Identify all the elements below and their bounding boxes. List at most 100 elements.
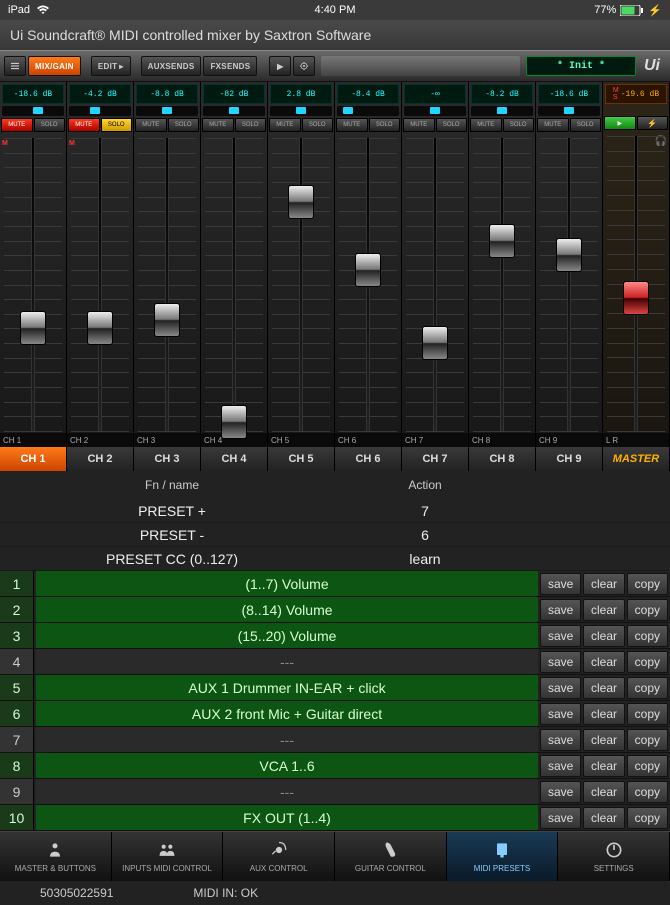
- bottom-tab-midi-presets[interactable]: MIDI PRESETS: [447, 832, 559, 881]
- bottom-tab-guitar-control[interactable]: GUITAR CONTROL: [335, 832, 447, 881]
- preset-desc[interactable]: ---: [36, 779, 538, 804]
- solo-button[interactable]: SOLO: [436, 118, 468, 132]
- copy-button[interactable]: copy: [627, 807, 668, 829]
- fader[interactable]: [469, 138, 535, 431]
- channel-tab-6[interactable]: CH 6: [335, 447, 402, 471]
- clear-button[interactable]: clear: [583, 781, 624, 803]
- channel-tab-3[interactable]: CH 3: [134, 447, 201, 471]
- gear-icon[interactable]: [293, 56, 315, 76]
- preset-control-row[interactable]: PRESET +7: [0, 499, 670, 523]
- preset-number[interactable]: 9: [0, 779, 34, 804]
- master-aux-button[interactable]: ⚡: [637, 116, 669, 130]
- save-button[interactable]: save: [540, 755, 581, 777]
- master-tab[interactable]: MASTER: [603, 447, 670, 471]
- save-button[interactable]: save: [540, 703, 581, 725]
- clear-button[interactable]: clear: [583, 703, 624, 725]
- mute-button[interactable]: MUTE: [68, 118, 100, 132]
- channel-tab-1[interactable]: CH 1: [0, 447, 67, 471]
- mute-button[interactable]: MUTE: [1, 118, 33, 132]
- preset-desc[interactable]: ---: [36, 649, 538, 674]
- preset-number[interactable]: 2: [0, 597, 34, 622]
- fader[interactable]: [335, 138, 401, 431]
- clear-button[interactable]: clear: [583, 625, 624, 647]
- copy-button[interactable]: copy: [627, 625, 668, 647]
- mute-button[interactable]: MUTE: [403, 118, 435, 132]
- fxsends-button[interactable]: FXSENDS: [203, 56, 257, 76]
- fader[interactable]: [402, 138, 468, 431]
- bottom-tab-inputs-midi-control[interactable]: INPUTS MIDI CONTROL: [112, 832, 224, 881]
- preset-number[interactable]: 10: [0, 805, 34, 830]
- clear-button[interactable]: clear: [583, 729, 624, 751]
- mute-button[interactable]: MUTE: [537, 118, 569, 132]
- preset-number[interactable]: 8: [0, 753, 34, 778]
- master-play-button[interactable]: ▶: [604, 116, 636, 130]
- mute-button[interactable]: MUTE: [336, 118, 368, 132]
- auxsends-button[interactable]: AUXSENDS: [141, 56, 202, 76]
- pan-control[interactable]: [136, 106, 198, 116]
- fader[interactable]: M: [67, 138, 133, 431]
- preset-display[interactable]: * Init *: [526, 56, 636, 76]
- play-button[interactable]: ▶: [269, 56, 291, 76]
- save-button[interactable]: save: [540, 729, 581, 751]
- preset-control-row[interactable]: PRESET -6: [0, 523, 670, 547]
- copy-button[interactable]: copy: [627, 573, 668, 595]
- clear-button[interactable]: clear: [583, 599, 624, 621]
- pan-control[interactable]: [337, 106, 399, 116]
- preset-number[interactable]: 7: [0, 727, 34, 752]
- preset-number[interactable]: 5: [0, 675, 34, 700]
- solo-button[interactable]: SOLO: [503, 118, 535, 132]
- mute-button[interactable]: MUTE: [202, 118, 234, 132]
- copy-button[interactable]: copy: [627, 599, 668, 621]
- solo-button[interactable]: SOLO: [235, 118, 267, 132]
- channel-tab-8[interactable]: CH 8: [469, 447, 536, 471]
- copy-button[interactable]: copy: [627, 729, 668, 751]
- solo-button[interactable]: SOLO: [570, 118, 602, 132]
- preset-control-row[interactable]: PRESET CC (0..127)learn: [0, 547, 670, 571]
- preset-desc[interactable]: AUX 2 front Mic + Guitar direct: [36, 701, 538, 726]
- fader[interactable]: [536, 138, 602, 431]
- channel-tab-7[interactable]: CH 7: [402, 447, 469, 471]
- preset-number[interactable]: 6: [0, 701, 34, 726]
- master-fader[interactable]: 🎧: [603, 136, 669, 431]
- clear-button[interactable]: clear: [583, 651, 624, 673]
- clear-button[interactable]: clear: [583, 573, 624, 595]
- mute-button[interactable]: MUTE: [135, 118, 167, 132]
- preset-desc[interactable]: (8..14) Volume: [36, 597, 538, 622]
- copy-button[interactable]: copy: [627, 703, 668, 725]
- clear-button[interactable]: clear: [583, 807, 624, 829]
- channel-tab-2[interactable]: CH 2: [67, 447, 134, 471]
- clear-button[interactable]: clear: [583, 677, 624, 699]
- pan-control[interactable]: [404, 106, 466, 116]
- fader[interactable]: M: [0, 138, 66, 431]
- save-button[interactable]: save: [540, 651, 581, 673]
- channel-tab-9[interactable]: CH 9: [536, 447, 603, 471]
- channel-tab-5[interactable]: CH 5: [268, 447, 335, 471]
- pan-control[interactable]: [203, 106, 265, 116]
- copy-button[interactable]: copy: [627, 651, 668, 673]
- solo-button[interactable]: SOLO: [34, 118, 66, 132]
- preset-desc[interactable]: (1..7) Volume: [36, 571, 538, 596]
- fader[interactable]: [268, 138, 334, 431]
- hamburger-icon[interactable]: [4, 56, 26, 76]
- save-button[interactable]: save: [540, 677, 581, 699]
- fader[interactable]: [134, 138, 200, 431]
- mute-button[interactable]: MUTE: [470, 118, 502, 132]
- bottom-tab-aux-control[interactable]: AUX CONTROL: [223, 832, 335, 881]
- copy-button[interactable]: copy: [627, 677, 668, 699]
- preset-desc[interactable]: ---: [36, 727, 538, 752]
- channel-tab-4[interactable]: CH 4: [201, 447, 268, 471]
- mute-button[interactable]: MUTE: [269, 118, 301, 132]
- save-button[interactable]: save: [540, 599, 581, 621]
- save-button[interactable]: save: [540, 573, 581, 595]
- edit-button[interactable]: EDIT▸: [91, 56, 131, 76]
- solo-button[interactable]: SOLO: [168, 118, 200, 132]
- clear-button[interactable]: clear: [583, 755, 624, 777]
- copy-button[interactable]: copy: [627, 781, 668, 803]
- solo-button[interactable]: SOLO: [369, 118, 401, 132]
- save-button[interactable]: save: [540, 807, 581, 829]
- preset-desc[interactable]: AUX 1 Drummer IN-EAR + click: [36, 675, 538, 700]
- bottom-tab-settings[interactable]: SETTINGS: [558, 832, 670, 881]
- pan-control[interactable]: [538, 106, 600, 116]
- solo-button[interactable]: SOLO: [302, 118, 334, 132]
- pan-control[interactable]: [69, 106, 131, 116]
